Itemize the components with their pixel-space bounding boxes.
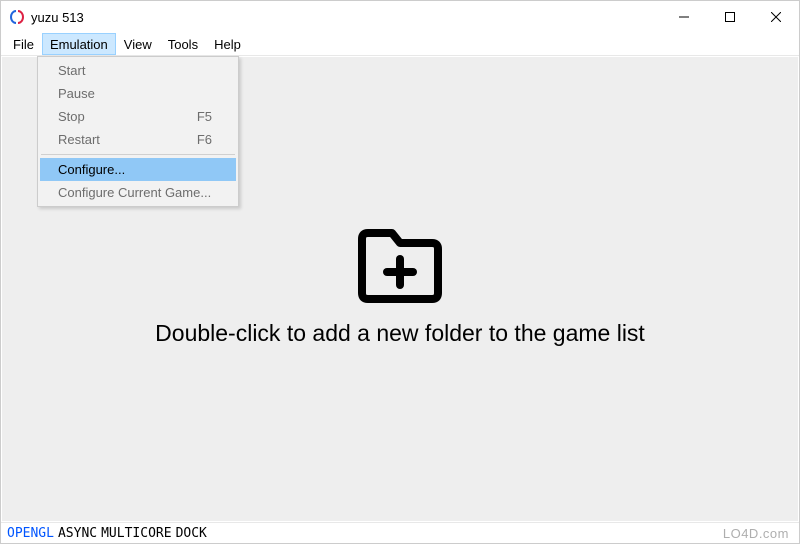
- menu-tools[interactable]: Tools: [160, 33, 206, 55]
- status-multicore[interactable]: MULTICORE: [101, 526, 171, 541]
- window-title: yuzu 513: [31, 10, 84, 25]
- menu-item-label: Configure Current Game...: [58, 185, 211, 200]
- window-controls: [661, 1, 799, 33]
- close-button[interactable]: [753, 1, 799, 33]
- menu-item-configure[interactable]: Configure...: [40, 158, 236, 181]
- menu-item-label: Start: [58, 63, 85, 78]
- menu-item-shortcut: F5: [197, 109, 212, 124]
- titlebar: yuzu 513: [1, 1, 799, 33]
- minimize-button[interactable]: [661, 1, 707, 33]
- menu-emulation[interactable]: Emulation: [42, 33, 116, 55]
- status-opengl[interactable]: OPENGL: [7, 526, 54, 541]
- watermark: LO4D.com: [723, 526, 789, 541]
- menu-item-pause[interactable]: Pause: [40, 82, 236, 105]
- game-list-prompt: Double-click to add a new folder to the …: [155, 320, 645, 347]
- menu-item-label: Stop: [58, 109, 85, 124]
- app-icon: [9, 9, 25, 25]
- menu-item-shortcut: F6: [197, 132, 212, 147]
- statusbar: OPENGL ASYNC MULTICORE DOCK: [1, 522, 799, 543]
- menu-item-label: Pause: [58, 86, 95, 101]
- menu-item-label: Configure...: [58, 162, 125, 177]
- emulation-dropdown: Start Pause Stop F5 Restart F6 Configure…: [37, 56, 239, 207]
- menubar: File Emulation View Tools Help: [1, 33, 799, 56]
- menu-item-label: Restart: [58, 132, 100, 147]
- menu-item-stop[interactable]: Stop F5: [40, 105, 236, 128]
- status-async[interactable]: ASYNC: [58, 526, 97, 541]
- menu-item-configure-current-game[interactable]: Configure Current Game...: [40, 181, 236, 204]
- menu-item-restart[interactable]: Restart F6: [40, 128, 236, 151]
- menu-item-start[interactable]: Start: [40, 59, 236, 82]
- folder-plus-icon: [354, 223, 446, 308]
- menu-view[interactable]: View: [116, 33, 160, 55]
- status-dock[interactable]: DOCK: [176, 526, 207, 541]
- menu-separator: [41, 154, 235, 155]
- menu-help[interactable]: Help: [206, 33, 249, 55]
- maximize-button[interactable]: [707, 1, 753, 33]
- menu-file[interactable]: File: [5, 33, 42, 55]
